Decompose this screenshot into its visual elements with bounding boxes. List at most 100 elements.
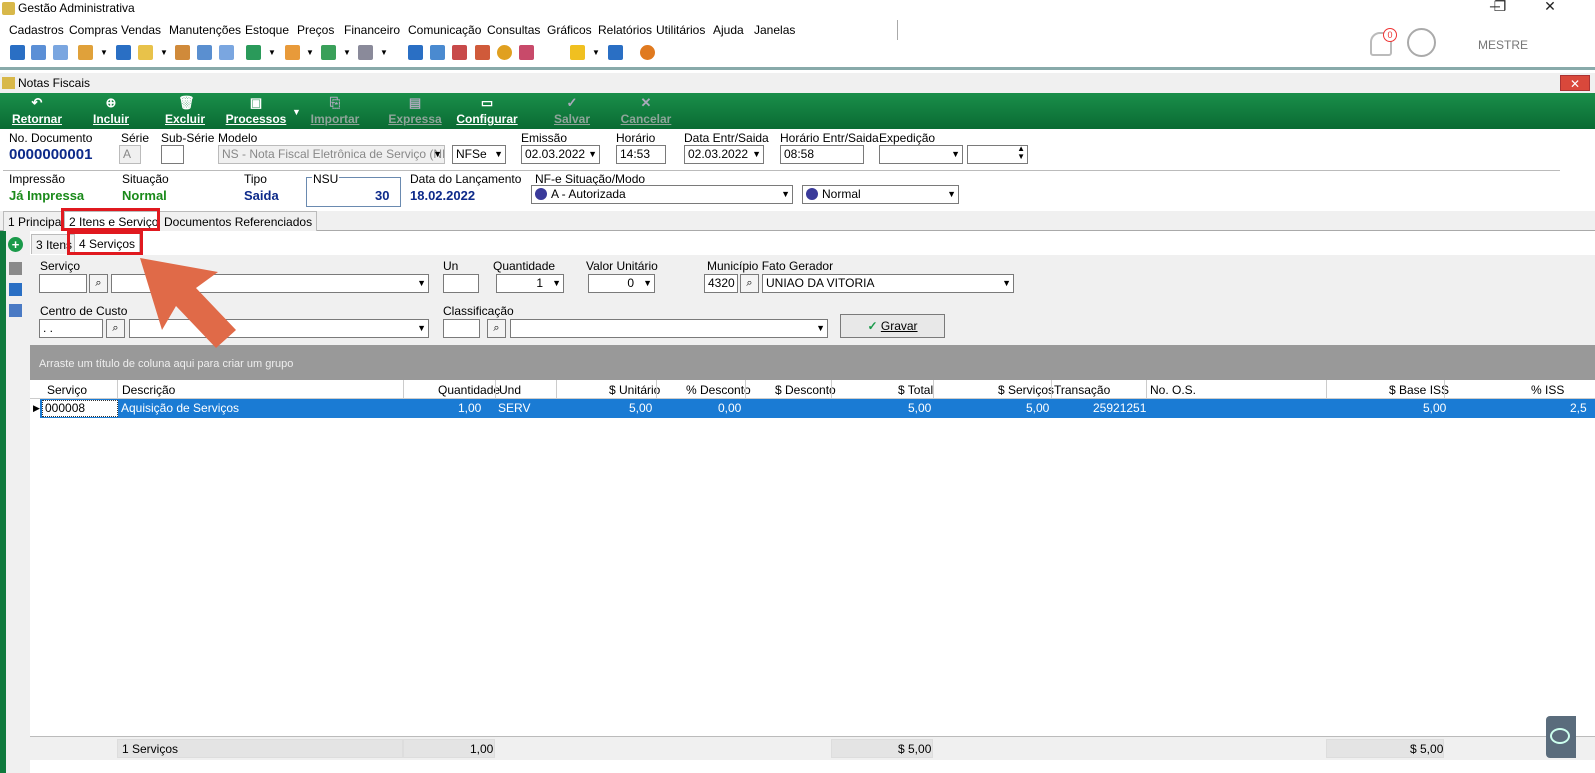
col-servico[interactable]: Serviço bbox=[47, 383, 87, 397]
search-icon[interactable]: ⌕ bbox=[89, 274, 108, 293]
menu-manutencoes[interactable]: Manutenções bbox=[169, 23, 241, 37]
menu-utilitarios[interactable]: Utilitários bbox=[656, 23, 705, 37]
schedule-icon[interactable] bbox=[475, 45, 490, 60]
power-icon[interactable] bbox=[640, 45, 655, 60]
col-base-iss[interactable]: $ Base ISS bbox=[1389, 383, 1449, 397]
report-icon[interactable] bbox=[519, 45, 534, 60]
expedicao-date[interactable]: ▼ bbox=[879, 145, 963, 164]
col-total[interactable]: $ Total bbox=[898, 383, 933, 397]
chevron-down-icon[interactable]: ▼ bbox=[306, 48, 314, 57]
menu-estoque[interactable]: Estoque bbox=[245, 23, 289, 37]
grid-icon[interactable] bbox=[9, 283, 22, 296]
card-icon[interactable] bbox=[53, 45, 68, 60]
document-edit-icon[interactable] bbox=[9, 304, 22, 317]
chevron-down-icon[interactable]: ▼ bbox=[592, 48, 600, 57]
money-icon[interactable] bbox=[321, 45, 336, 60]
close-window-button[interactable]: ✕ bbox=[1560, 75, 1590, 91]
info-icon[interactable] bbox=[608, 45, 623, 60]
modelo-select[interactable]: NS - Nota Fiscal Eletrônica de Serviço (… bbox=[218, 145, 445, 164]
search-icon[interactable]: ⌕ bbox=[487, 319, 506, 338]
building-icon[interactable] bbox=[197, 45, 212, 60]
quantidade-field[interactable]: 1 ▼ bbox=[496, 274, 564, 293]
folder-icon[interactable] bbox=[138, 45, 153, 60]
subserie-field[interactable] bbox=[161, 145, 184, 164]
retornar-button[interactable]: ↶ Retornar bbox=[8, 93, 66, 129]
users-icon[interactable] bbox=[31, 45, 46, 60]
classificacao-select[interactable]: ▼ bbox=[510, 319, 828, 338]
cart-icon[interactable] bbox=[246, 45, 261, 60]
menu-compras[interactable]: Compras bbox=[69, 23, 118, 37]
expedicao-time[interactable]: ▲ ▼ bbox=[967, 145, 1028, 164]
box-icon[interactable] bbox=[285, 45, 300, 60]
chevron-down-icon[interactable]: ▼ bbox=[343, 48, 351, 57]
municipio-code-field[interactable]: 4320 bbox=[704, 274, 738, 293]
calculator-icon[interactable] bbox=[430, 45, 445, 60]
col-pct-desconto[interactable]: % Desconto bbox=[686, 383, 751, 397]
list-icon[interactable] bbox=[78, 45, 93, 60]
trash-icon[interactable] bbox=[9, 262, 22, 275]
tab-documentos-referenciados[interactable]: Documentos Referenciados bbox=[159, 211, 318, 231]
incluir-button[interactable]: ⊕ Incluir bbox=[88, 93, 134, 129]
nfe-situacao-select[interactable]: A - Autorizada ▼ bbox=[531, 185, 793, 204]
menu-graficos[interactable]: Gráficos bbox=[547, 23, 592, 37]
col-transacao[interactable]: Transação bbox=[1054, 383, 1110, 397]
col-descricao[interactable]: Descrição bbox=[122, 383, 175, 397]
menu-cadastros[interactable]: Cadastros bbox=[9, 23, 64, 37]
col-desconto[interactable]: $ Desconto bbox=[775, 383, 836, 397]
col-servicos[interactable]: $ Serviços bbox=[998, 383, 1054, 397]
calendar-icon[interactable] bbox=[408, 45, 423, 60]
col-no-os[interactable]: No. O.S. bbox=[1150, 383, 1196, 397]
clock-icon[interactable] bbox=[497, 45, 512, 60]
remote-support-handle[interactable] bbox=[1546, 716, 1576, 758]
star-icon[interactable] bbox=[570, 45, 585, 60]
data-entr-date[interactable]: 02.03.2022 ▼ bbox=[684, 145, 764, 164]
tab-principal[interactable]: 1 Principal bbox=[3, 211, 70, 231]
dollar-icon[interactable] bbox=[116, 45, 131, 60]
nfe-modo-select[interactable]: Normal ▼ bbox=[802, 185, 959, 204]
menu-relatorios[interactable]: Relatórios bbox=[598, 23, 652, 37]
col-pct-iss[interactable]: % ISS bbox=[1531, 383, 1564, 397]
col-unitario[interactable]: $ Unitário bbox=[609, 383, 660, 397]
horario-field[interactable]: 14:53 bbox=[616, 145, 666, 164]
avatar[interactable] bbox=[1407, 28, 1436, 57]
servico-code-field[interactable] bbox=[39, 274, 87, 293]
search-icon[interactable]: ⌕ bbox=[106, 319, 125, 338]
municipio-select[interactable]: UNIAO DA VITORIA ▼ bbox=[762, 274, 1014, 293]
col-quantidade[interactable]: Quantidade bbox=[438, 383, 500, 397]
menu-comunicacao[interactable]: Comunicação bbox=[408, 23, 481, 37]
menu-precos[interactable]: Preços bbox=[297, 23, 334, 37]
menu-vendas[interactable]: Vendas bbox=[121, 23, 161, 37]
configurar-button[interactable]: ▭ Configurar bbox=[455, 93, 519, 129]
emissao-date[interactable]: 02.03.2022 ▼ bbox=[521, 145, 600, 164]
chevron-down-icon[interactable]: ▼ bbox=[268, 48, 276, 57]
chevron-down-icon[interactable]: ▼ bbox=[292, 107, 301, 117]
serie-field[interactable]: A bbox=[119, 145, 141, 164]
gravar-button[interactable]: ✓ Gravar bbox=[840, 314, 945, 338]
menu-janelas[interactable]: Janelas bbox=[754, 23, 795, 37]
menu-financeiro[interactable]: Financeiro bbox=[344, 23, 400, 37]
book-icon[interactable] bbox=[10, 45, 25, 60]
modelo-tipo-select[interactable]: NFSe ▼ bbox=[452, 145, 506, 164]
classificacao-field[interactable] bbox=[443, 319, 480, 338]
menu-ajuda[interactable]: Ajuda bbox=[713, 23, 744, 37]
printer-icon[interactable] bbox=[358, 45, 373, 60]
processos-button[interactable]: ▣ Processos bbox=[225, 93, 287, 129]
group-by-panel[interactable]: Arraste um título de coluna aqui para cr… bbox=[30, 345, 1595, 380]
person-icon[interactable] bbox=[175, 45, 190, 60]
un-field[interactable] bbox=[443, 274, 479, 293]
chevron-down-icon[interactable]: ▼ bbox=[160, 48, 168, 57]
close-app-button[interactable]: ✕ bbox=[1530, 0, 1570, 16]
search-icon[interactable]: ⌕ bbox=[740, 274, 759, 293]
chevron-down-icon[interactable]: ▼ bbox=[100, 48, 108, 57]
valor-unit-field[interactable]: 0 ▼ bbox=[588, 274, 655, 293]
id-card-icon[interactable] bbox=[219, 45, 234, 60]
horario-entr-field[interactable]: 08:58 bbox=[780, 145, 864, 164]
add-icon[interactable]: + bbox=[8, 237, 23, 252]
menu-consultas[interactable]: Consultas bbox=[487, 23, 540, 37]
centro-custo-field[interactable]: . . bbox=[39, 319, 103, 338]
calendar-30-icon[interactable] bbox=[452, 45, 467, 60]
excluir-button[interactable]: 🗑 Excluir bbox=[162, 93, 208, 129]
table-row[interactable]: 000008 Aquisição de Serviços 1,00 SERV 5… bbox=[40, 399, 1595, 418]
chevron-down-icon[interactable]: ▼ bbox=[380, 48, 388, 57]
col-und[interactable]: Und bbox=[499, 383, 521, 397]
